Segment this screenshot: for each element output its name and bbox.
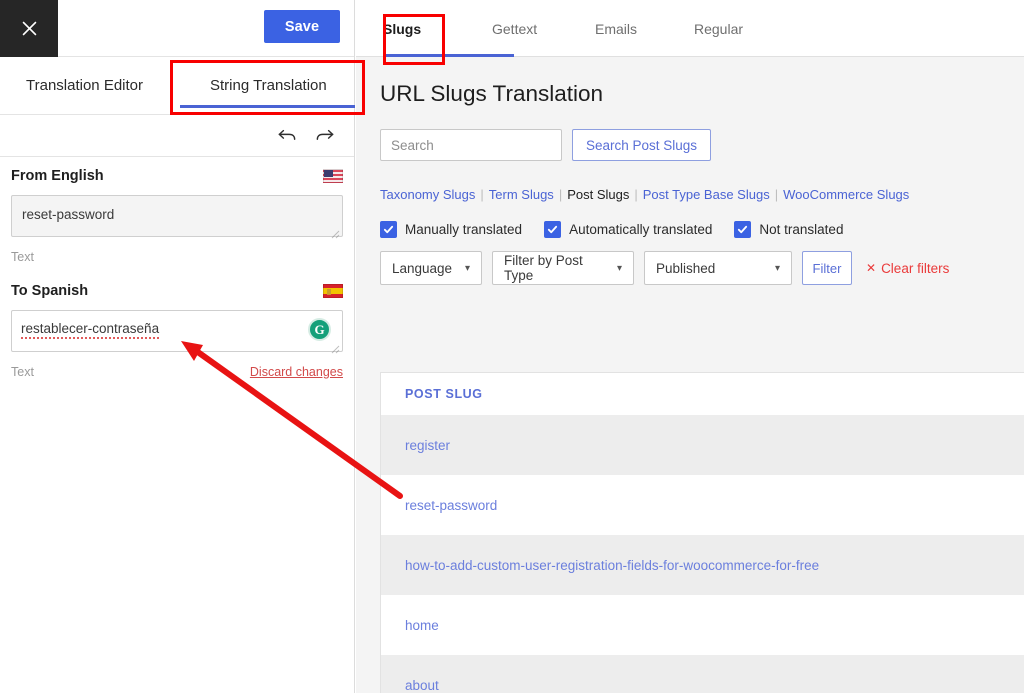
active-tab-underline xyxy=(383,54,514,57)
undo-arrow-icon[interactable] xyxy=(274,124,300,148)
clear-filters-label: Clear filters xyxy=(881,260,950,276)
post-slug-link[interactable]: reset-password xyxy=(405,498,497,513)
x-icon: ✕ xyxy=(866,261,877,275)
target-type-label: Text xyxy=(11,365,34,379)
status-select-value: Published xyxy=(656,260,716,276)
column-header-post-slug: POST SLUG xyxy=(405,387,483,401)
slug-tabs-bar: Slugs Gettext Emails Regular xyxy=(356,0,1024,57)
link-post-slugs-current[interactable]: Post Slugs xyxy=(567,187,629,202)
status-select[interactable]: Published ▾ xyxy=(644,251,792,285)
chevron-down-icon: ▾ xyxy=(774,262,780,274)
redo-arrow-icon[interactable] xyxy=(312,124,338,148)
translation-editor-panel: Save Translation Editor String Translati… xyxy=(0,0,355,693)
history-toolbar xyxy=(0,115,354,157)
post-slug-link[interactable]: about xyxy=(405,678,439,693)
table-row[interactable]: about xyxy=(381,655,1024,693)
es-flag-icon xyxy=(323,284,343,298)
source-text-input[interactable] xyxy=(11,195,343,237)
slug-separator: | xyxy=(774,187,779,202)
slug-panel-body: URL Slugs Translation Search Post Slugs … xyxy=(356,81,1024,285)
checkbox-manually-translated[interactable]: Manually translated xyxy=(380,221,522,238)
post-type-select[interactable]: Filter by Post Type ▾ xyxy=(492,251,634,285)
language-select-value: Language xyxy=(392,260,453,276)
chevron-down-icon: ▾ xyxy=(464,262,470,274)
source-field-header: From English xyxy=(11,157,343,195)
page-title: URL Slugs Translation xyxy=(380,81,604,106)
checkmark-icon[interactable] xyxy=(544,221,562,238)
slug-separator: | xyxy=(634,187,638,202)
search-row: Search Post Slugs xyxy=(380,129,1000,161)
search-post-slugs-button[interactable]: Search Post Slugs xyxy=(572,129,712,161)
post-slug-link[interactable]: register xyxy=(405,438,450,453)
tab-gettext[interactable]: Gettext xyxy=(492,0,537,57)
checkbox-automatically-translated[interactable]: Automatically translated xyxy=(544,221,712,238)
tab-emails[interactable]: Emails xyxy=(595,0,637,57)
source-input-wrap xyxy=(11,195,343,242)
discard-changes-link[interactable]: Discard changes xyxy=(250,365,343,379)
close-icon[interactable] xyxy=(0,0,58,57)
save-button[interactable]: Save xyxy=(264,10,340,43)
target-text-input[interactable] xyxy=(11,310,343,352)
link-post-type-base-slugs[interactable]: Post Type Base Slugs xyxy=(643,187,770,202)
tab-translation-editor[interactable]: Translation Editor xyxy=(20,57,149,115)
post-slug-link[interactable]: home xyxy=(405,618,439,633)
link-taxonomy-slugs[interactable]: Taxonomy Slugs xyxy=(380,187,475,202)
target-input-wrap: restablecer-contraseña G xyxy=(11,310,343,357)
checkmark-icon[interactable] xyxy=(734,221,752,238)
clear-filters-button[interactable]: ✕ Clear filters xyxy=(866,261,949,276)
target-language-label: To Spanish xyxy=(11,283,89,299)
post-slugs-table: POST SLUG register reset-password how-to… xyxy=(380,372,1024,693)
checkbox-label: Automatically translated xyxy=(569,222,713,237)
chevron-down-icon: ▾ xyxy=(616,262,622,274)
slug-separator: | xyxy=(558,187,563,202)
tab-slugs[interactable]: Slugs xyxy=(383,0,421,57)
source-language-label: From English xyxy=(11,168,104,184)
table-row[interactable]: register xyxy=(381,415,1024,475)
editor-topbar: Save xyxy=(0,0,354,57)
link-term-slugs[interactable]: Term Slugs xyxy=(489,187,554,202)
source-field-block: From English Text To Spanish restablecer… xyxy=(0,157,354,387)
translation-status-filters: Manually translated Automatically transl… xyxy=(380,221,1000,238)
table-row[interactable]: home xyxy=(381,595,1024,655)
source-sub-row: Text xyxy=(11,242,343,272)
target-sub-row: Text Discard changes xyxy=(11,357,343,387)
source-type-label: Text xyxy=(11,250,34,264)
table-header-row: POST SLUG xyxy=(381,373,1024,415)
link-woocommerce-slugs[interactable]: WooCommerce Slugs xyxy=(783,187,909,202)
table-row[interactable]: reset-password xyxy=(381,475,1024,535)
target-field-header: To Spanish xyxy=(11,272,343,310)
filter-controls-row: Language ▾ Filter by Post Type ▾ Publish… xyxy=(380,251,1000,285)
us-flag-icon xyxy=(323,169,343,183)
filter-button[interactable]: Filter xyxy=(802,251,852,285)
post-type-select-value: Filter by Post Type xyxy=(504,253,583,283)
tab-regular[interactable]: Regular xyxy=(694,0,743,57)
slug-separator: | xyxy=(480,187,484,202)
post-slug-link[interactable]: how-to-add-custom-user-registration-fiel… xyxy=(405,558,819,573)
checkmark-icon[interactable] xyxy=(380,221,397,238)
slug-type-links: Taxonomy Slugs | Term Slugs | Post Slugs… xyxy=(380,187,1000,202)
search-input[interactable] xyxy=(380,129,562,161)
checkbox-not-translated[interactable]: Not translated xyxy=(734,221,843,238)
checkbox-label: Manually translated xyxy=(405,222,523,237)
checkbox-label: Not translated xyxy=(759,222,844,237)
table-row[interactable]: how-to-add-custom-user-registration-fiel… xyxy=(381,535,1024,595)
app-root: Save Translation Editor String Translati… xyxy=(0,0,1024,693)
language-select[interactable]: Language ▾ xyxy=(380,251,482,285)
grammarly-icon[interactable]: G xyxy=(308,318,331,341)
active-tab-underline xyxy=(180,105,355,108)
